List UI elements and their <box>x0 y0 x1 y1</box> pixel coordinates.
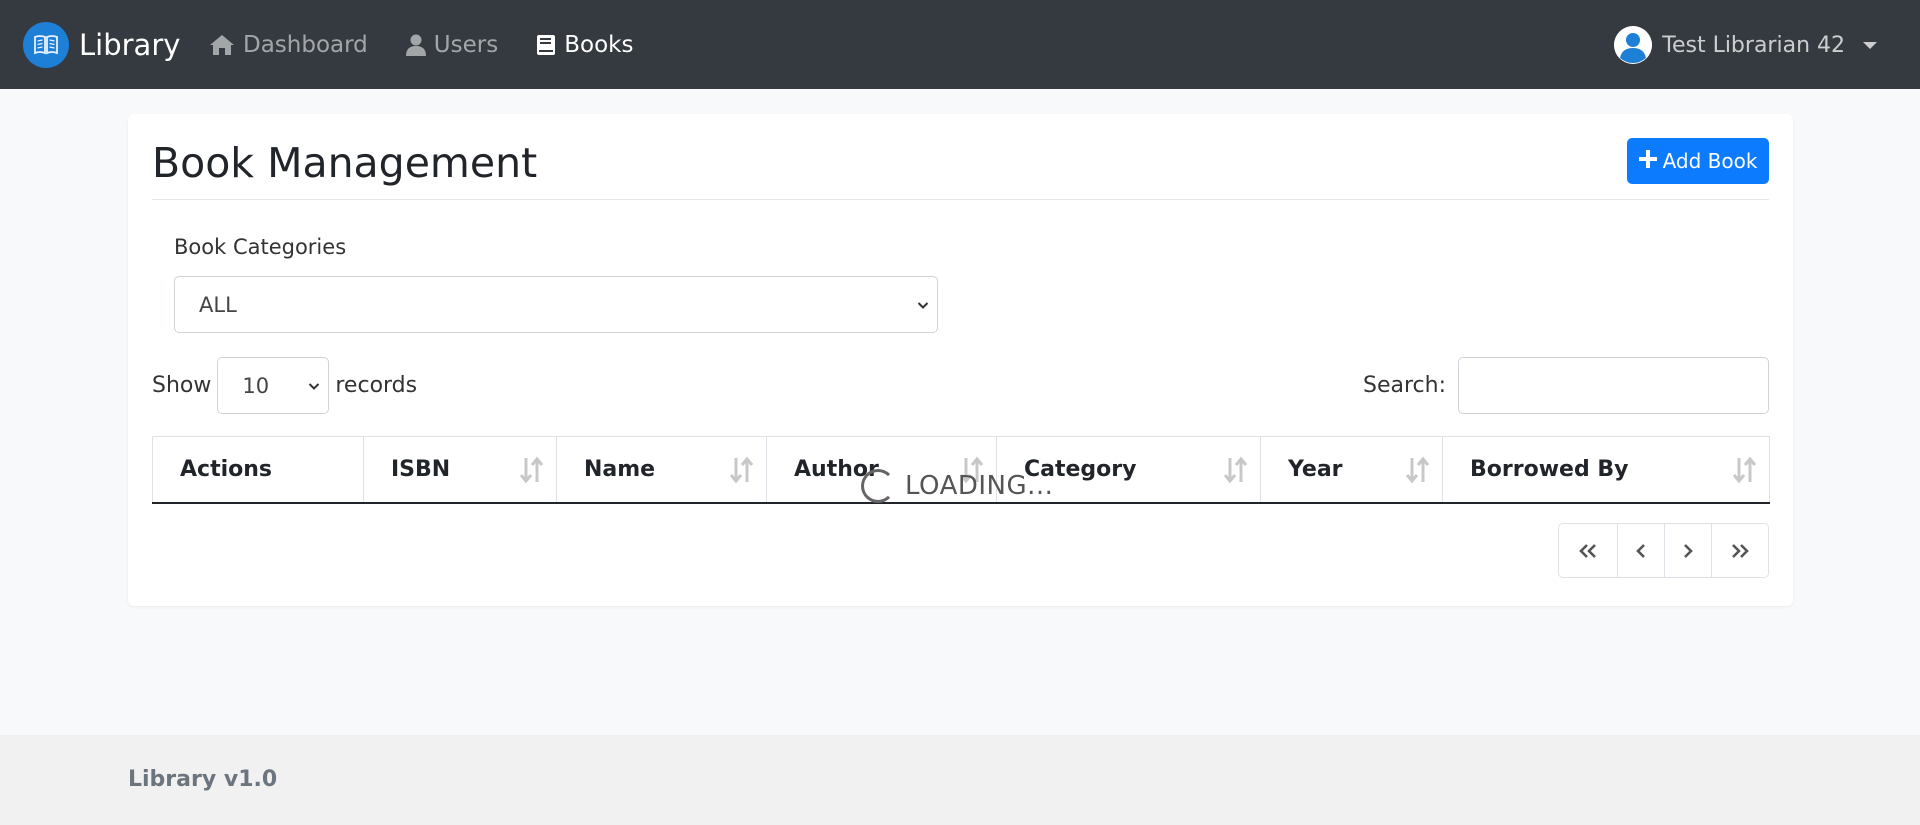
nav-item-users-label: Users <box>433 31 499 58</box>
pagination <box>1558 523 1769 578</box>
category-select[interactable]: ALL <box>174 276 938 333</box>
search-label: Search: <box>1363 373 1446 398</box>
user-menu-dropdown[interactable]: Test Librarian 42 <box>1614 24 1877 66</box>
user-name: Test Librarian 42 <box>1662 32 1845 58</box>
book-management-card: Book Management Add Book Book Categories… <box>128 114 1793 606</box>
next-page-button[interactable] <box>1664 524 1711 577</box>
column-header-name[interactable]: Name <box>556 437 766 502</box>
add-book-label: Add Book <box>1662 149 1758 173</box>
sort-icon <box>1224 456 1248 483</box>
chevron-right-icon <box>1684 543 1693 558</box>
nav-links: Dashboard Users Books <box>209 0 633 89</box>
column-header-label: ISBN <box>391 457 451 482</box>
column-header-actions: Actions <box>152 437 363 502</box>
chevron-down-icon <box>309 382 320 390</box>
category-selected-value: ALL <box>199 292 237 317</box>
brand-label: Library <box>79 28 181 62</box>
column-header-label: Borrowed By <box>1470 457 1629 482</box>
records-label: records <box>335 373 418 398</box>
page-title: Book Management <box>152 139 538 187</box>
add-book-button[interactable]: Add Book <box>1627 138 1769 184</box>
chevron-down-icon <box>917 301 929 309</box>
column-header-isbn[interactable]: ISBN <box>363 437 556 502</box>
loading-text: LOADING... <box>905 471 1054 501</box>
column-header-label: Actions <box>180 457 272 482</box>
user-circle-icon <box>1614 26 1653 64</box>
nav-item-books[interactable]: Books <box>536 32 633 58</box>
brand-link[interactable]: Library <box>23 22 180 68</box>
column-header-label: Year <box>1288 457 1343 482</box>
page-length-control: Show 10 records <box>152 357 417 414</box>
chevron-left-icon <box>1636 543 1645 558</box>
nav-item-dashboard[interactable]: Dashboard <box>209 32 368 58</box>
last-page-button[interactable] <box>1711 524 1768 577</box>
show-label: Show <box>152 373 212 398</box>
column-header-label: Name <box>584 457 656 482</box>
page-length-value: 10 <box>242 373 270 398</box>
nav-item-dashboard-label: Dashboard <box>243 31 368 58</box>
sort-icon <box>520 456 544 483</box>
loading-indicator: LOADING... <box>861 467 1053 505</box>
column-header-borrowed-by[interactable]: Borrowed By <box>1442 437 1770 502</box>
sort-icon <box>730 456 754 483</box>
plus-icon <box>1638 149 1657 173</box>
double-chevron-left-icon <box>1579 543 1596 558</box>
user-icon <box>405 34 426 56</box>
book-logo-icon <box>23 22 69 68</box>
home-icon <box>209 34 235 56</box>
first-page-button[interactable] <box>1559 524 1617 577</box>
top-navbar: Library Dashboard Users Books Test Libra… <box>0 0 1920 89</box>
caret-down-icon <box>1863 41 1877 49</box>
book-icon <box>536 34 556 56</box>
sort-icon <box>1406 456 1430 483</box>
double-chevron-right-icon <box>1732 543 1749 558</box>
header-divider <box>152 199 1769 200</box>
page-footer: Library v1.0 <box>0 735 1920 825</box>
category-label: Book Categories <box>174 235 347 259</box>
sort-icon <box>1733 456 1757 483</box>
column-header-year[interactable]: Year <box>1260 437 1442 502</box>
search-control: Search: <box>1363 357 1769 414</box>
page-length-select[interactable]: 10 <box>217 357 330 414</box>
footer-version: Library v1.0 <box>128 767 278 792</box>
search-input[interactable] <box>1458 357 1769 414</box>
previous-page-button[interactable] <box>1617 524 1664 577</box>
spinner-icon <box>861 469 895 503</box>
nav-item-books-label: Books <box>564 31 634 58</box>
nav-item-users[interactable]: Users <box>405 31 499 58</box>
